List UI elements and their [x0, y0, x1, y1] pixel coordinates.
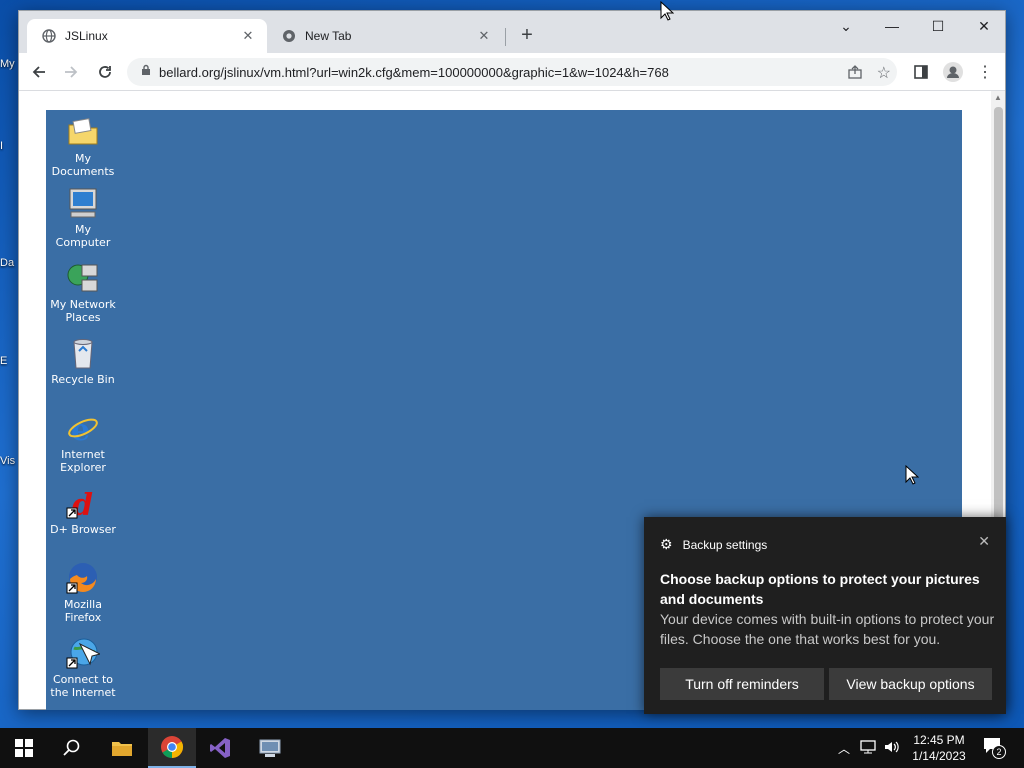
url-text: bellard.org/jslinux/vm.html?url=win2k.cf… [159, 64, 669, 80]
notification-heading: Choose backup options to protect your pi… [660, 571, 980, 607]
firefox-icon [66, 561, 100, 595]
notification-app-name: Backup settings [682, 537, 768, 552]
vm-icon-label: Recycle Bin [51, 373, 115, 386]
bookmark-star-icon[interactable]: ☆ [877, 63, 891, 83]
tab-jslinux[interactable]: JSLinux ✕ [27, 19, 267, 53]
menu-kebab-icon[interactable]: ⋮ [973, 60, 997, 84]
vm-icon-label: Connect to the Internet [50, 673, 116, 699]
vm-icon-my-computer[interactable]: My Computer [47, 186, 119, 249]
clock-time: 12:45 PM [913, 733, 965, 747]
profile-avatar-icon[interactable] [941, 60, 965, 84]
backup-notification[interactable]: ⚙ Backup settings ✕ Choose backup option… [644, 517, 1006, 714]
vm-icon-my-documents[interactable]: My Documents [47, 115, 119, 178]
lock-icon[interactable] [141, 63, 151, 81]
internet-explorer-icon: e [66, 411, 100, 448]
host-desktop-icon-label[interactable]: My [0, 58, 18, 70]
taskbar: ︿ 12:45 PM 1/14/2023 2 [0, 728, 1024, 768]
taskbar-clock[interactable]: 12:45 PM 1/14/2023 [900, 732, 978, 764]
show-hidden-icons-chevron-icon[interactable]: ︿ [838, 740, 850, 757]
taskbar-file-explorer[interactable] [98, 728, 146, 768]
svg-text:e: e [71, 413, 90, 445]
vm-icon-label: Internet Explorer [60, 448, 106, 474]
network-tray-icon[interactable] [860, 739, 876, 757]
close-window-icon[interactable]: ✕ [961, 11, 1007, 41]
taskbar-visual-studio[interactable] [196, 728, 244, 768]
folder-icon [66, 115, 100, 149]
action-center-button[interactable]: 2 [982, 736, 1006, 760]
side-panel-icon[interactable] [909, 60, 933, 84]
recycle-bin-icon [66, 336, 100, 370]
tab-search-chevron-icon[interactable]: ⌄ [823, 11, 869, 41]
view-backup-options-button[interactable]: View backup options [829, 668, 992, 700]
volume-icon[interactable] [884, 740, 900, 757]
host-desktop-icon-label[interactable]: E [0, 355, 18, 367]
tab-new-tab[interactable]: New Tab ✕ [267, 19, 503, 53]
vm-icon-connect-to-internet[interactable]: Connect to the Internet [47, 636, 119, 699]
start-button[interactable] [0, 728, 48, 768]
vm-icon-my-network-places[interactable]: My Network Places [47, 261, 119, 324]
host-desktop-icon-label[interactable]: Da [0, 257, 18, 269]
vm-icon-label: Mozilla Firefox [64, 598, 102, 624]
d-plus-browser-icon: d [66, 486, 100, 523]
chrome-icon [281, 28, 297, 44]
back-arrow-icon[interactable] [27, 60, 51, 84]
network-icon [66, 261, 100, 295]
share-icon[interactable] [847, 64, 863, 85]
close-notification-icon[interactable]: ✕ [978, 533, 990, 550]
taskbar-app[interactable] [246, 728, 294, 768]
vm-icon-label: D+ Browser [50, 523, 116, 536]
notification-body: Your device comes with built-in options … [660, 611, 995, 647]
taskbar-chrome[interactable] [148, 728, 196, 768]
tab-title: JSLinux [65, 29, 108, 43]
vm-icon-label: My Computer [55, 223, 111, 249]
close-tab-icon[interactable]: ✕ [239, 28, 257, 44]
vm-icon-recycle-bin[interactable]: Recycle Bin [47, 336, 119, 386]
vm-icon-mozilla-firefox[interactable]: Mozilla Firefox [47, 561, 119, 624]
tab-strip: JSLinux ✕ New Tab ✕ + ⌄ — ☐ ✕ [19, 11, 1005, 53]
clock-date: 1/14/2023 [912, 749, 966, 763]
search-button[interactable] [48, 728, 96, 768]
maximize-icon[interactable]: ☐ [915, 11, 961, 41]
address-bar[interactable]: bellard.org/jslinux/vm.html?url=win2k.cf… [127, 58, 897, 86]
vm-mouse-cursor-icon [905, 464, 920, 490]
forward-arrow-icon[interactable] [59, 60, 83, 84]
chrome-icon [161, 736, 183, 758]
close-tab-icon[interactable]: ✕ [475, 28, 493, 44]
computer-icon [66, 186, 100, 220]
gear-icon: ⚙ [660, 536, 673, 552]
vm-icon-d-plus-browser[interactable]: d D+ Browser [47, 486, 119, 536]
browser-toolbar: bellard.org/jslinux/vm.html?url=win2k.cf… [19, 53, 1005, 91]
host-desktop-icon-label[interactable]: Vis [0, 455, 18, 467]
vm-icon-label: My Documents [51, 152, 115, 178]
notification-header: ⚙ Backup settings [660, 536, 767, 553]
globe-icon [41, 28, 57, 44]
visual-studio-icon [210, 738, 230, 758]
tab-title: New Tab [305, 29, 352, 43]
new-tab-plus-icon[interactable]: + [515, 24, 539, 48]
remote-desktop-icon [259, 739, 281, 757]
windows-logo-icon [15, 739, 33, 757]
tab-separator [505, 28, 506, 46]
minimize-icon[interactable]: — [869, 11, 915, 41]
notification-count-badge: 2 [992, 745, 1006, 759]
system-tray: ︿ [838, 728, 900, 768]
scroll-up-arrow-icon[interactable]: ▲ [994, 93, 1002, 102]
vm-icon-internet-explorer[interactable]: e Internet Explorer [47, 411, 119, 474]
connect-internet-icon [66, 636, 102, 670]
vm-icon-label: My Network Places [50, 298, 116, 324]
host-desktop-icon-label[interactable]: I [0, 140, 18, 152]
search-icon [63, 739, 80, 756]
turn-off-reminders-button[interactable]: Turn off reminders [660, 668, 824, 700]
host-mouse-cursor-icon [660, 0, 675, 26]
file-explorer-icon [112, 742, 132, 756]
reload-icon[interactable] [93, 60, 117, 84]
